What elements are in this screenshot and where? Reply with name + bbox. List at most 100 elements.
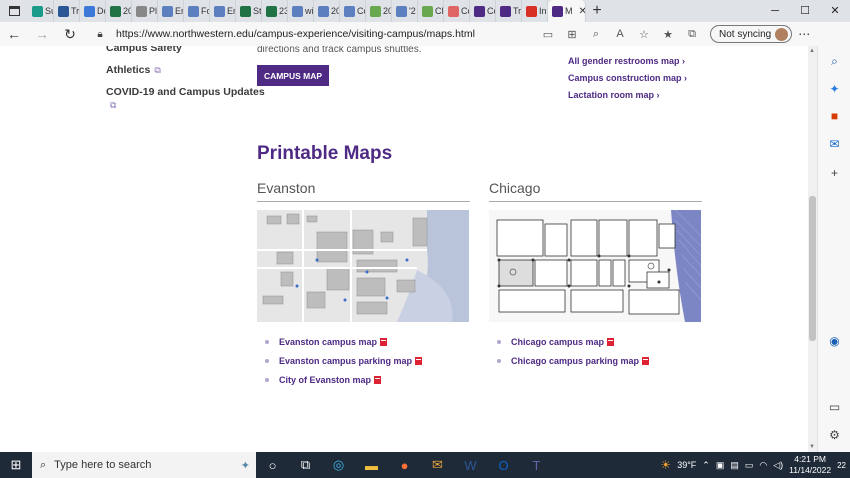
taskbar-search-input[interactable]: ⌕ Type here to search ✦ [32,452,256,478]
browser-tab[interactable]: Su [28,0,54,22]
notification-count-badge[interactable]: 22 [837,461,846,470]
add-favorite-icon[interactable]: ☆ [632,28,656,41]
lock-icon[interactable]: 🔒︎ [92,29,108,40]
windows-start-icon[interactable]: ⊞ [0,457,32,473]
tab-favicon-icon [188,5,199,17]
weather-temp[interactable]: 39°F [677,460,696,470]
list-item[interactable]: Chicago campus parking map [497,351,650,370]
firefox-icon[interactable]: ● [388,458,421,473]
browser-tab[interactable]: Fo [184,0,210,22]
task-view-icon[interactable]: ⧉ [289,457,322,473]
chicago-map-image[interactable] [489,210,701,322]
tray-app-icon[interactable]: ▣ [716,460,725,471]
app-available-icon[interactable]: ▭ [536,28,560,41]
campus-map-button[interactable]: CAMPUS MAP [257,65,329,86]
browser-tab[interactable]: Cc [340,0,366,22]
right-link-construction[interactable]: Campus construction map › [568,73,687,83]
office-icon[interactable]: ■ [818,109,850,123]
browser-tab[interactable]: En [158,0,184,22]
side-link-campus-safety[interactable]: Campus Safety [106,46,182,54]
file-explorer-icon[interactable]: ▬ [355,458,388,473]
browser-tab[interactable]: 20 [106,0,132,22]
favorites-icon[interactable]: ★ [656,28,680,41]
browser-tab[interactable]: St [236,0,262,22]
scroll-up-icon[interactable]: ▲ [809,48,815,54]
scroll-down-icon[interactable]: ▼ [809,444,815,450]
scrollbar-thumb[interactable] [809,196,816,341]
teams-icon[interactable]: T [520,458,553,473]
browser-tab[interactable]: wi [288,0,314,22]
mail-icon[interactable]: ✉ [421,457,454,473]
url-field[interactable]: https://www.northwestern.edu/campus-expe… [116,28,536,40]
browser-tab[interactable]: 20 [314,0,340,22]
discover-icon[interactable]: ✦ [818,82,850,96]
list-item[interactable]: Chicago campus map [497,332,649,351]
edge-taskbar-icon[interactable]: ◎ [322,457,355,473]
browser-tab[interactable]: Cc [444,0,470,22]
zoom-icon[interactable]: ⌕ [584,28,608,41]
settings-gear-icon[interactable]: ⚙ [818,428,850,442]
browser-tab[interactable]: 23 [262,0,288,22]
page-scrollbar[interactable]: ▲ ▼ [808,46,817,452]
outlook-taskbar-icon[interactable]: O [487,458,520,473]
list-item[interactable]: Evanston campus parking map [265,351,423,370]
tab-label: Pl [149,6,158,16]
side-link-athletics[interactable]: Athletics ⧉ [106,64,161,76]
active-tab[interactable]: M ✕ [548,0,586,22]
list-item[interactable]: City of Evanston map [265,370,422,389]
browser-tab[interactable]: 20 [366,0,392,22]
word-icon[interactable]: W [454,458,487,473]
outlook-icon[interactable]: ✉ [818,137,850,151]
wifi-icon[interactable]: ◠ [759,460,767,471]
new-tab-button[interactable]: + [586,2,608,20]
forward-button[interactable]: → [28,26,56,42]
sidebar-toggle-icon[interactable]: ▭ [818,400,850,414]
right-link-lactation[interactable]: Lactation room map › [568,90,660,100]
browser-tab[interactable]: Tri [54,0,80,22]
search-icon[interactable]: ⌕ [818,54,850,69]
chicago-campus-map-link[interactable]: Chicago campus map [511,337,604,347]
feedback-icon[interactable]: ◉ [818,334,850,348]
browser-tab[interactable]: Cl [418,0,444,22]
profile-sync-button[interactable]: Not syncing [710,25,793,43]
show-hidden-icons-icon[interactable]: ⌃ [702,460,710,471]
pdf-icon [642,356,650,365]
collections-icon[interactable]: ⧉ [680,28,704,41]
battery-icon[interactable]: ▭ [745,460,754,471]
maximize-icon[interactable]: ☐ [790,0,820,22]
refresh-button[interactable]: ↻ [56,26,84,43]
evanston-campus-map-link[interactable]: Evanston campus map [279,337,377,347]
browser-tab[interactable]: En [210,0,236,22]
close-tab-icon[interactable]: ✕ [575,6,586,17]
side-link-covid[interactable]: COVID-19 and Campus Updates [106,86,265,98]
system-tray: ☀ 39°F ⌃ ▣ ▤ ▭ ◠ ◁) 4:21 PM 11/14/2022 2… [660,452,850,478]
tray-network-icon[interactable]: ▤ [730,460,739,471]
apps-grid-icon[interactable]: ⊞ [560,28,584,41]
add-sidebar-app-icon[interactable]: + [818,166,850,180]
cortana-icon[interactable]: ○ [256,458,289,473]
list-item[interactable]: Evanston campus map [265,332,422,351]
browser-tab[interactable]: Dc [80,0,106,22]
tab-favicon-icon [136,5,147,17]
evanston-map-image[interactable] [257,210,469,322]
read-aloud-icon[interactable]: A [608,28,632,41]
chevron-right-icon: › [654,90,660,100]
weather-icon[interactable]: ☀ [660,458,671,472]
evanston-parking-map-link[interactable]: Evanston campus parking map [279,356,412,366]
chevron-right-icon: › [679,56,686,66]
chicago-parking-map-link[interactable]: Chicago campus parking map [511,356,639,366]
right-link-restrooms[interactable]: All gender restrooms map › [568,56,685,66]
minimize-icon[interactable]: ─ [760,0,790,22]
back-button[interactable]: ← [0,26,28,42]
tab-actions-icon[interactable] [0,0,28,22]
browser-tab[interactable]: Pl [132,0,158,22]
volume-icon[interactable]: ◁) [773,460,783,471]
close-window-icon[interactable]: ✕ [820,0,850,22]
browser-tab[interactable]: Tri [496,0,522,22]
more-menu-icon[interactable]: ⋯ [792,27,816,41]
browser-tab[interactable]: In [522,0,548,22]
browser-tab[interactable]: '2 [392,0,418,22]
browser-tab[interactable]: Cc [470,0,496,22]
city-of-evanston-map-link[interactable]: City of Evanston map [279,375,371,385]
clock[interactable]: 4:21 PM 11/14/2022 [789,454,831,476]
